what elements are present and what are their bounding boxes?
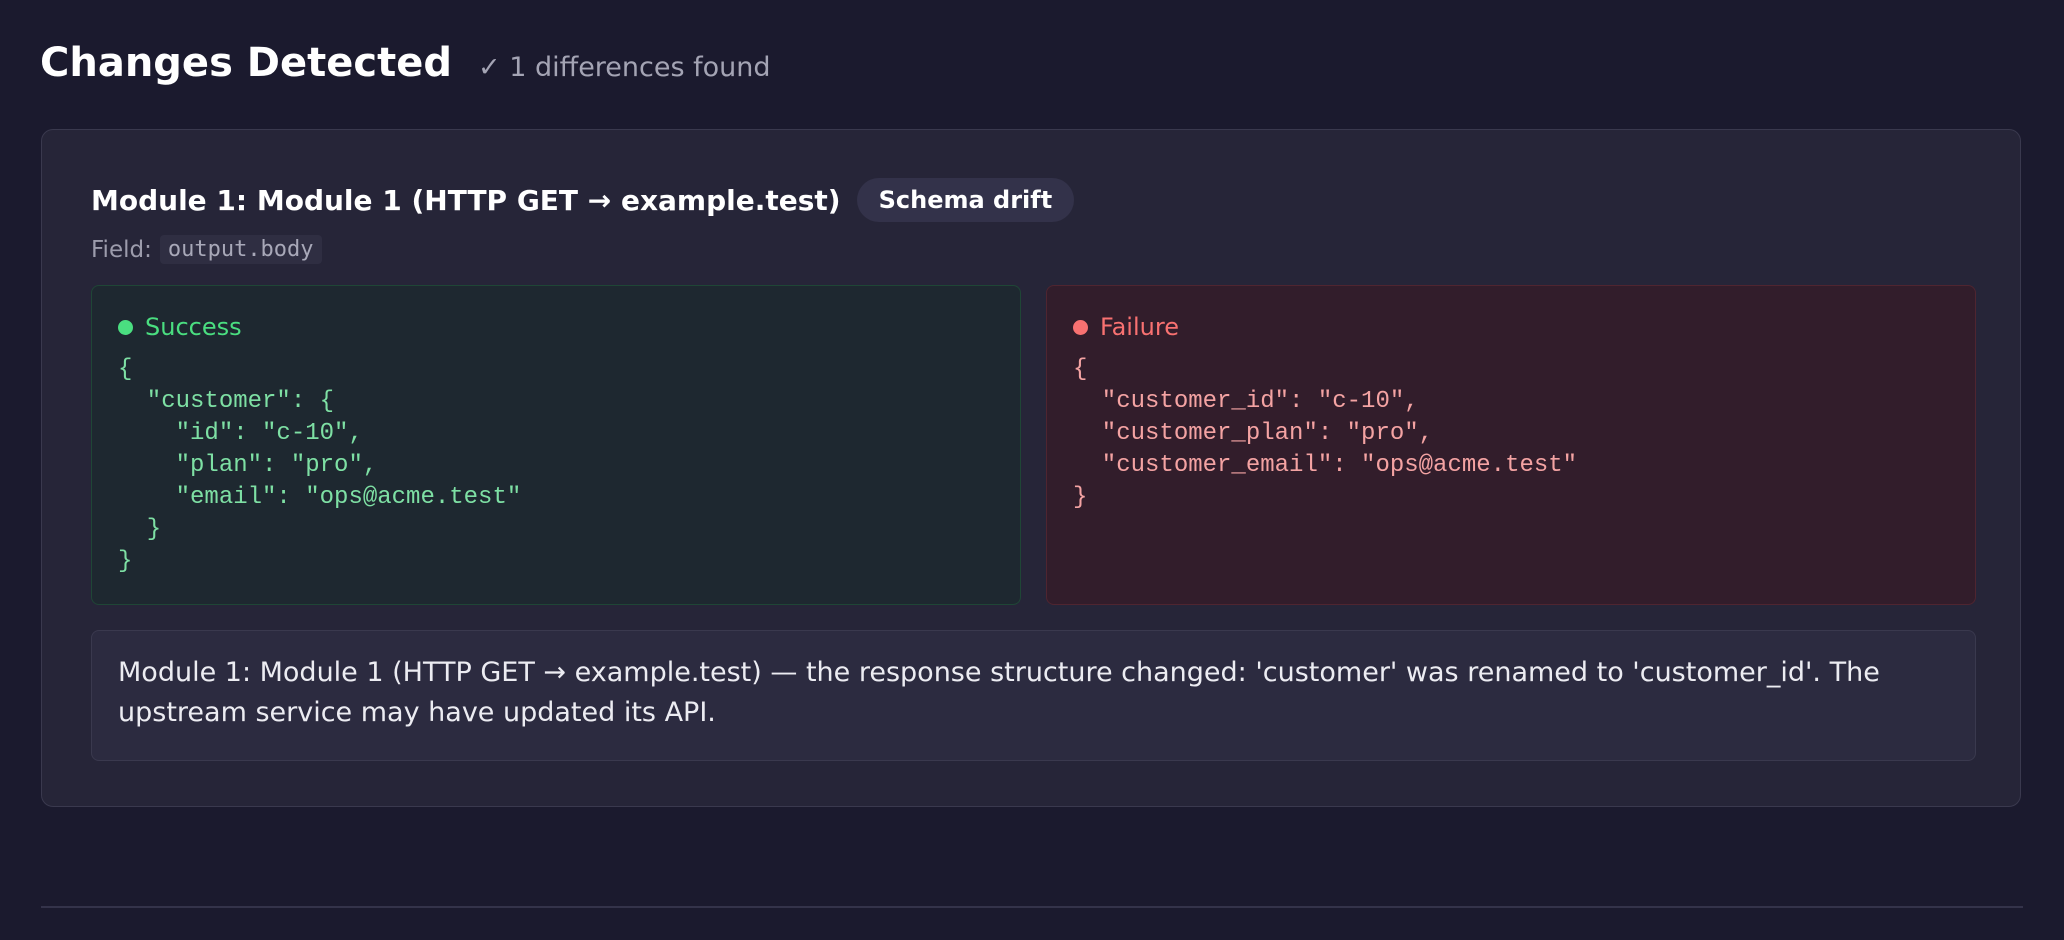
success-label: Success [145, 313, 242, 341]
schema-drift-badge: Schema drift [856, 178, 1075, 222]
success-panel: Success { "customer": { "id": "c-10", "p… [91, 285, 1021, 605]
field-row: Field: output.body [91, 235, 322, 264]
page-title: Changes Detected [40, 40, 452, 86]
module-header: Module 1: Module 1 (HTTP GET → example.t… [91, 178, 1075, 222]
module-diff-card: Module 1: Module 1 (HTTP GET → example.t… [41, 129, 2021, 807]
failure-code: { "customer_id": "c-10", "customer_plan"… [1073, 356, 1578, 511]
success-code: { "customer": { "id": "c-10", "plan": "p… [118, 356, 522, 575]
failure-panel: Failure { "customer_id": "c-10", "custom… [1046, 285, 1976, 605]
field-label: Field: [91, 236, 152, 263]
failure-header: Failure [1073, 310, 1949, 344]
failure-dot-icon [1073, 319, 1088, 335]
module-title: Module 1: Module 1 (HTTP GET → example.t… [91, 183, 841, 217]
divider [41, 906, 2023, 908]
page: Changes Detected ✓ 1 differences found M… [0, 0, 2064, 940]
success-dot-icon [118, 319, 133, 335]
success-header: Success [118, 310, 994, 344]
failure-label: Failure [1100, 313, 1179, 341]
header: Changes Detected ✓ 1 differences found [40, 40, 771, 86]
change-explanation: Module 1: Module 1 (HTTP GET → example.t… [91, 630, 1976, 761]
differences-count: ✓ 1 differences found [477, 52, 771, 83]
field-value: output.body [159, 235, 322, 264]
